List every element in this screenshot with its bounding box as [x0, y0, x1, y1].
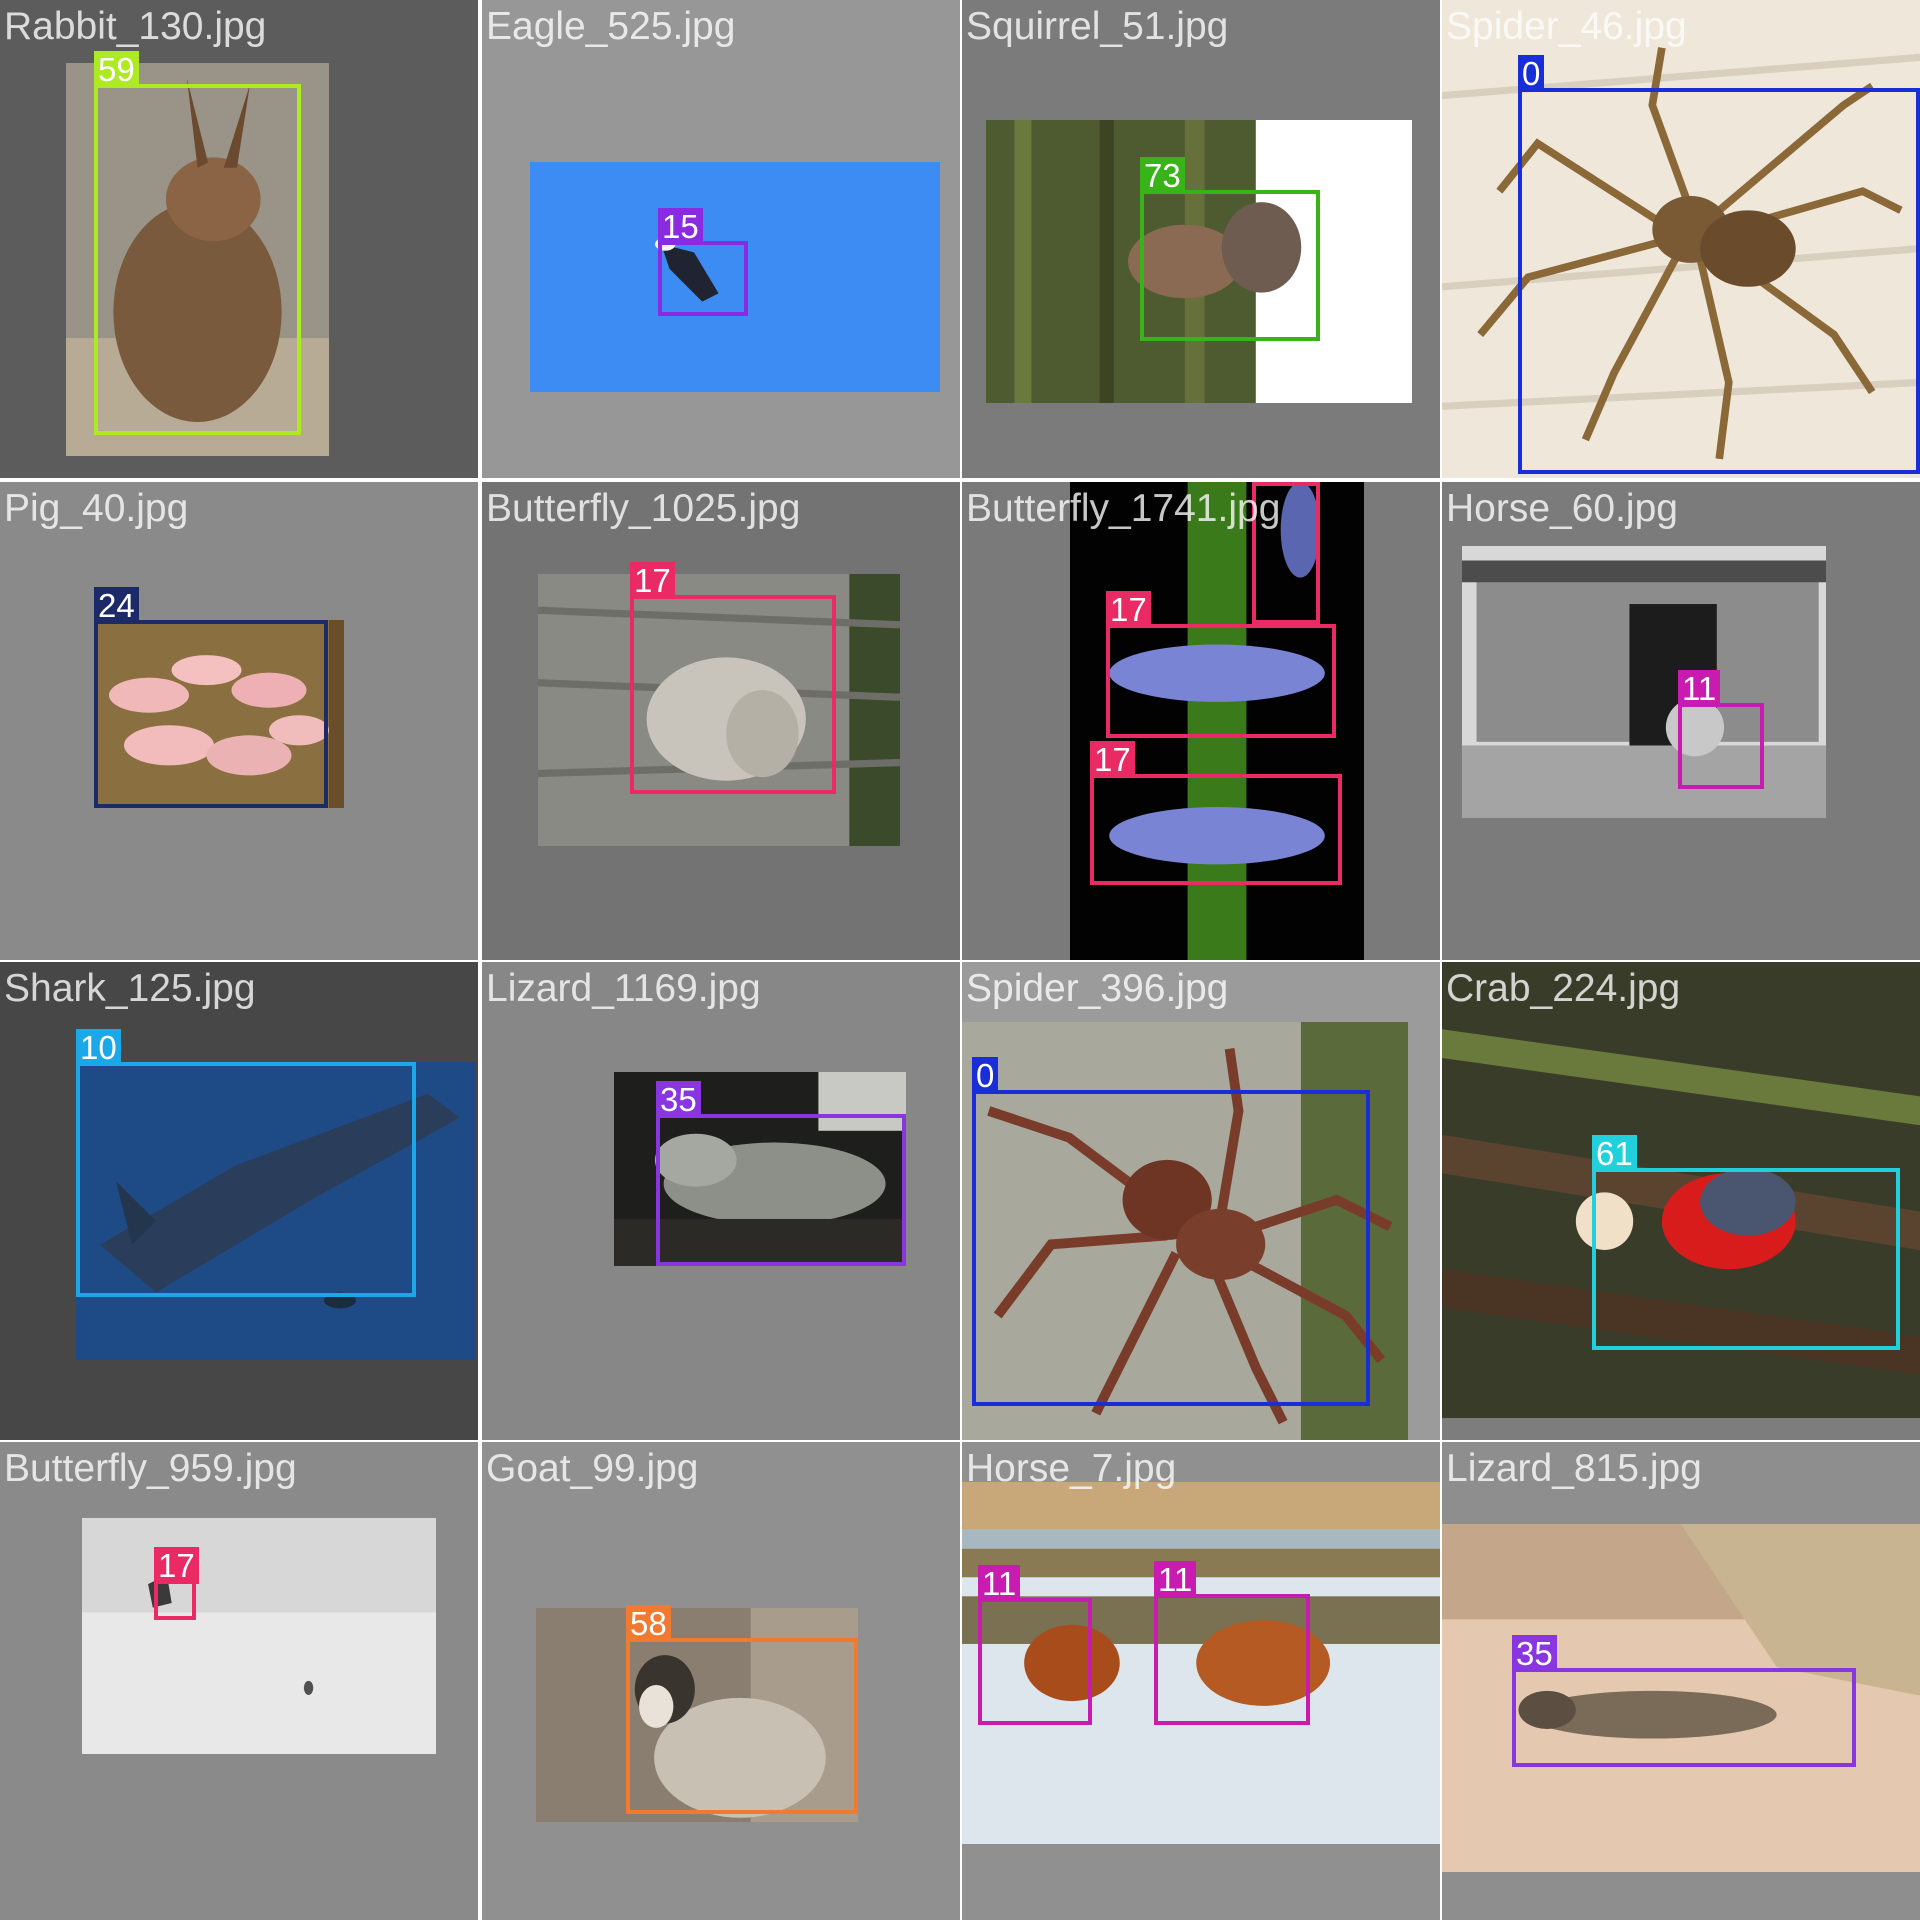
tile-squirrel-51: 73 Squirrel_51.jpg	[962, 0, 1440, 478]
detection-box: 58	[626, 1605, 858, 1814]
filename-label: Shark_125.jpg	[4, 967, 256, 1010]
tile-horse-7: 11 11 Horse_7.jpg	[962, 1442, 1440, 1920]
filename-label: Lizard_1169.jpg	[486, 967, 761, 1010]
filename-label: Pig_40.jpg	[4, 487, 189, 530]
detection-box: 17	[1106, 591, 1336, 738]
tile-shark-125: 10 Shark_125.jpg	[0, 962, 478, 1440]
photo-shed-and-pony	[1462, 546, 1826, 818]
class-label: 17	[154, 1547, 199, 1584]
detection-box: 0	[1518, 55, 1920, 474]
filename-label: Butterfly_1025.jpg	[486, 487, 801, 530]
filename-label: Eagle_525.jpg	[486, 5, 736, 48]
tile-pig-40: 24 Pig_40.jpg	[0, 482, 478, 960]
tile-butterfly-959: 17 Butterfly_959.jpg	[0, 1442, 478, 1920]
detection-box: 73	[1140, 157, 1320, 341]
class-label: 11	[1154, 1561, 1197, 1598]
filename-label: Rabbit_130.jpg	[4, 5, 267, 48]
detection-box: 24	[94, 587, 328, 808]
class-label: 0	[972, 1057, 999, 1094]
class-label: 24	[94, 587, 139, 624]
class-label: 35	[656, 1081, 701, 1118]
detection-box: 15	[658, 208, 748, 316]
tile-crab-224: 61 Crab_224.jpg	[1442, 962, 1920, 1440]
tile-lizard-1169: 35 Lizard_1169.jpg	[482, 962, 960, 1440]
class-label: 11	[978, 1565, 1021, 1602]
photo-moth-on-wall	[82, 1518, 436, 1754]
class-label: 73	[1140, 157, 1185, 194]
class-label: 17	[1090, 741, 1135, 778]
filename-label: Squirrel_51.jpg	[966, 5, 1229, 48]
class-label: 11	[1678, 670, 1721, 707]
class-label: 10	[76, 1029, 121, 1066]
mosaic-grid: 59 Rabbit_130.jpg 15 Eagle_525.jpg 73 Sq…	[0, 0, 1920, 1920]
tile-spider-46: 0 Spider_46.jpg	[1442, 0, 1920, 478]
detection-box: 35	[656, 1081, 906, 1266]
tile-lizard-815: 35 Lizard_815.jpg	[1442, 1442, 1920, 1920]
filename-label: Horse_60.jpg	[1446, 487, 1678, 530]
detection-box: 17	[154, 1547, 199, 1620]
detection-box: 17	[630, 562, 836, 794]
tile-horse-60: 11 Horse_60.jpg	[1442, 482, 1920, 960]
detection-box: 17	[1090, 741, 1342, 885]
filename-label: Butterfly_959.jpg	[4, 1447, 297, 1490]
tile-butterfly-1025: 17 Butterfly_1025.jpg	[482, 482, 960, 960]
filename-label: Spider_396.jpg	[966, 967, 1229, 1010]
detection-box: 35	[1512, 1635, 1856, 1767]
detection-box: 0	[972, 1057, 1370, 1406]
class-label: 61	[1592, 1135, 1637, 1172]
detection-box: 61	[1592, 1135, 1900, 1350]
detection-box: 11	[1154, 1561, 1310, 1725]
detection-box: 10	[76, 1029, 416, 1297]
tile-eagle-525: 15 Eagle_525.jpg	[482, 0, 960, 478]
class-label: 17	[630, 562, 675, 599]
tile-goat-99: 58 Goat_99.jpg	[482, 1442, 960, 1920]
class-label: 35	[1512, 1635, 1557, 1672]
detection-box: 17	[1252, 482, 1320, 624]
detection-box: 11	[978, 1565, 1092, 1725]
detection-box: 11	[1678, 670, 1764, 789]
tile-spider-396: 0 Spider_396.jpg	[962, 962, 1440, 1440]
class-label: 17	[1106, 591, 1151, 628]
filename-label: Lizard_815.jpg	[1446, 1447, 1702, 1490]
class-label: 17	[1252, 482, 1297, 486]
class-label: 59	[94, 51, 139, 88]
tile-rabbit-130: 59 Rabbit_130.jpg	[0, 0, 478, 478]
class-label: 0	[1518, 55, 1545, 92]
detection-box: 59	[94, 51, 301, 435]
tile-butterfly-1741: 17 17 17 Butterfly_1741.jpg	[962, 482, 1440, 960]
class-label: 58	[626, 1605, 671, 1642]
filename-label: Goat_99.jpg	[486, 1447, 699, 1490]
class-label: 15	[658, 208, 703, 245]
